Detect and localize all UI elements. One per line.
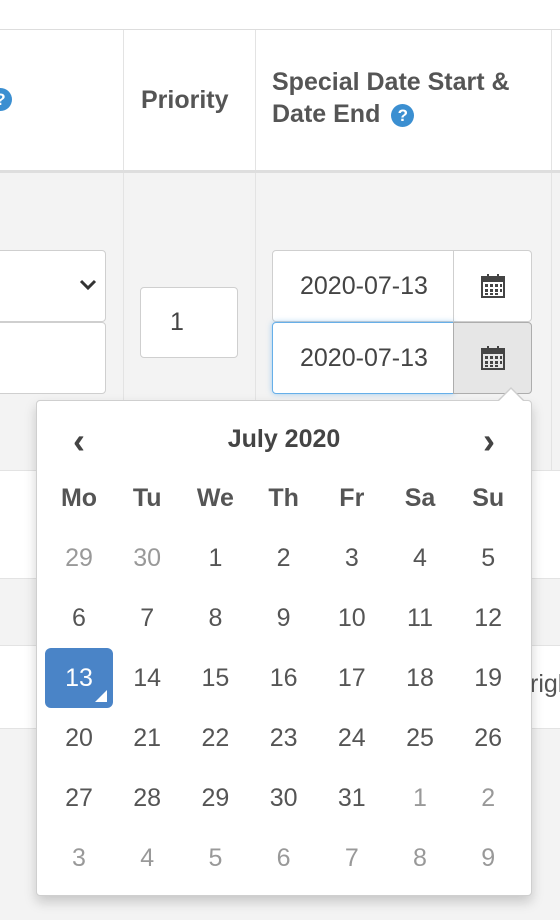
calendar-day[interactable]: 10 [318,588,386,648]
date-start-calendar-button[interactable] [453,250,532,322]
calendar-day[interactable]: 18 [386,648,454,708]
calendar-day[interactable]: 9 [250,588,318,648]
calendar-day[interactable]: 12 [454,588,522,648]
calendar-day[interactable]: 6 [250,828,318,888]
help-icon[interactable]: ? [391,103,415,127]
calendar-day[interactable]: 16 [250,648,318,708]
calendar-day[interactable]: 15 [181,648,249,708]
calendar-day[interactable]: 3 [318,528,386,588]
calendar-day[interactable]: 25 [386,708,454,768]
calendar-day[interactable]: 7 [318,828,386,888]
header-divider [123,30,124,170]
calendar-day[interactable]: 11 [386,588,454,648]
calendar-day[interactable]: 31 [318,768,386,828]
header-special-date-line2: Date End ? [272,98,552,130]
cut-off-text: righ [530,670,560,698]
calendar-day[interactable]: 22 [181,708,249,768]
next-arrow-icon[interactable]: › [469,421,509,461]
calendar-day[interactable]: 14 [113,648,181,708]
calendar-day[interactable]: 17 [318,648,386,708]
calendar-day[interactable]: 23 [250,708,318,768]
calendar-day[interactable]: 27 [45,768,113,828]
calendar-day[interactable]: 2 [250,528,318,588]
calendar-day[interactable]: 9 [454,828,522,888]
calendar-day[interactable]: 4 [386,528,454,588]
weekday-header: Su [472,484,505,512]
header-special-date-line1: Special Date Start & [272,68,510,96]
calendar-day[interactable]: 21 [113,708,181,768]
picker-caret-inner [499,389,523,401]
calendar-day[interactable]: 28 [113,768,181,828]
type-select[interactable] [0,250,106,322]
calendar-day[interactable]: 26 [454,708,522,768]
calendar-day[interactable]: 5 [454,528,522,588]
weekday-header: We [196,484,234,512]
date-end-calendar-button[interactable] [453,322,532,394]
calendar-day[interactable]: 7 [113,588,181,648]
calendar-day[interactable]: 20 [45,708,113,768]
calendar-day[interactable]: 4 [113,828,181,888]
calendar-day[interactable]: 24 [318,708,386,768]
weekday-header: Fr [339,484,365,512]
calendar-icon [480,346,505,370]
calendar-day[interactable]: 29 [45,528,113,588]
header-priority: Priority [141,86,229,114]
left-text-field[interactable] [0,322,106,394]
calendar-day[interactable]: 5 [181,828,249,888]
calendar-day[interactable]: 29 [181,768,249,828]
calendar-day[interactable]: 19 [454,648,522,708]
chevron-down-icon [79,279,97,291]
weekday-header: Tu [132,484,162,512]
calendar-day[interactable]: 3 [45,828,113,888]
calendar-day[interactable]: 2 [454,768,522,828]
header-divider [255,30,256,170]
weekday-header: Th [268,484,299,512]
table-top-strip [0,0,560,30]
prev-arrow-icon[interactable]: ‹ [59,421,99,461]
calendar-day[interactable]: 30 [113,528,181,588]
calendar-day[interactable]: 8 [181,588,249,648]
weekday-header: Sa [404,484,436,512]
calendar-day[interactable]: 8 [386,828,454,888]
date-end-input[interactable]: 2020-07-13 [272,322,454,394]
calendar-day-selected[interactable]: 13 [45,648,113,708]
month-title[interactable]: July 2020 [180,425,388,454]
calendar-day[interactable]: 1 [181,528,249,588]
header-special-date-line2-text: Date End [272,100,381,128]
priority-input[interactable]: 1 [140,287,238,358]
date-start-input[interactable]: 2020-07-13 [272,250,454,322]
today-marker [95,690,107,702]
calendar-day[interactable]: 30 [250,768,318,828]
calendar-icon [480,274,505,298]
weekday-header: Mo [60,484,98,512]
header-special-date: Special Date Start & Date End ? [272,66,552,130]
calendar-day[interactable]: 1 [386,768,454,828]
calendar-day[interactable]: 6 [45,588,113,648]
